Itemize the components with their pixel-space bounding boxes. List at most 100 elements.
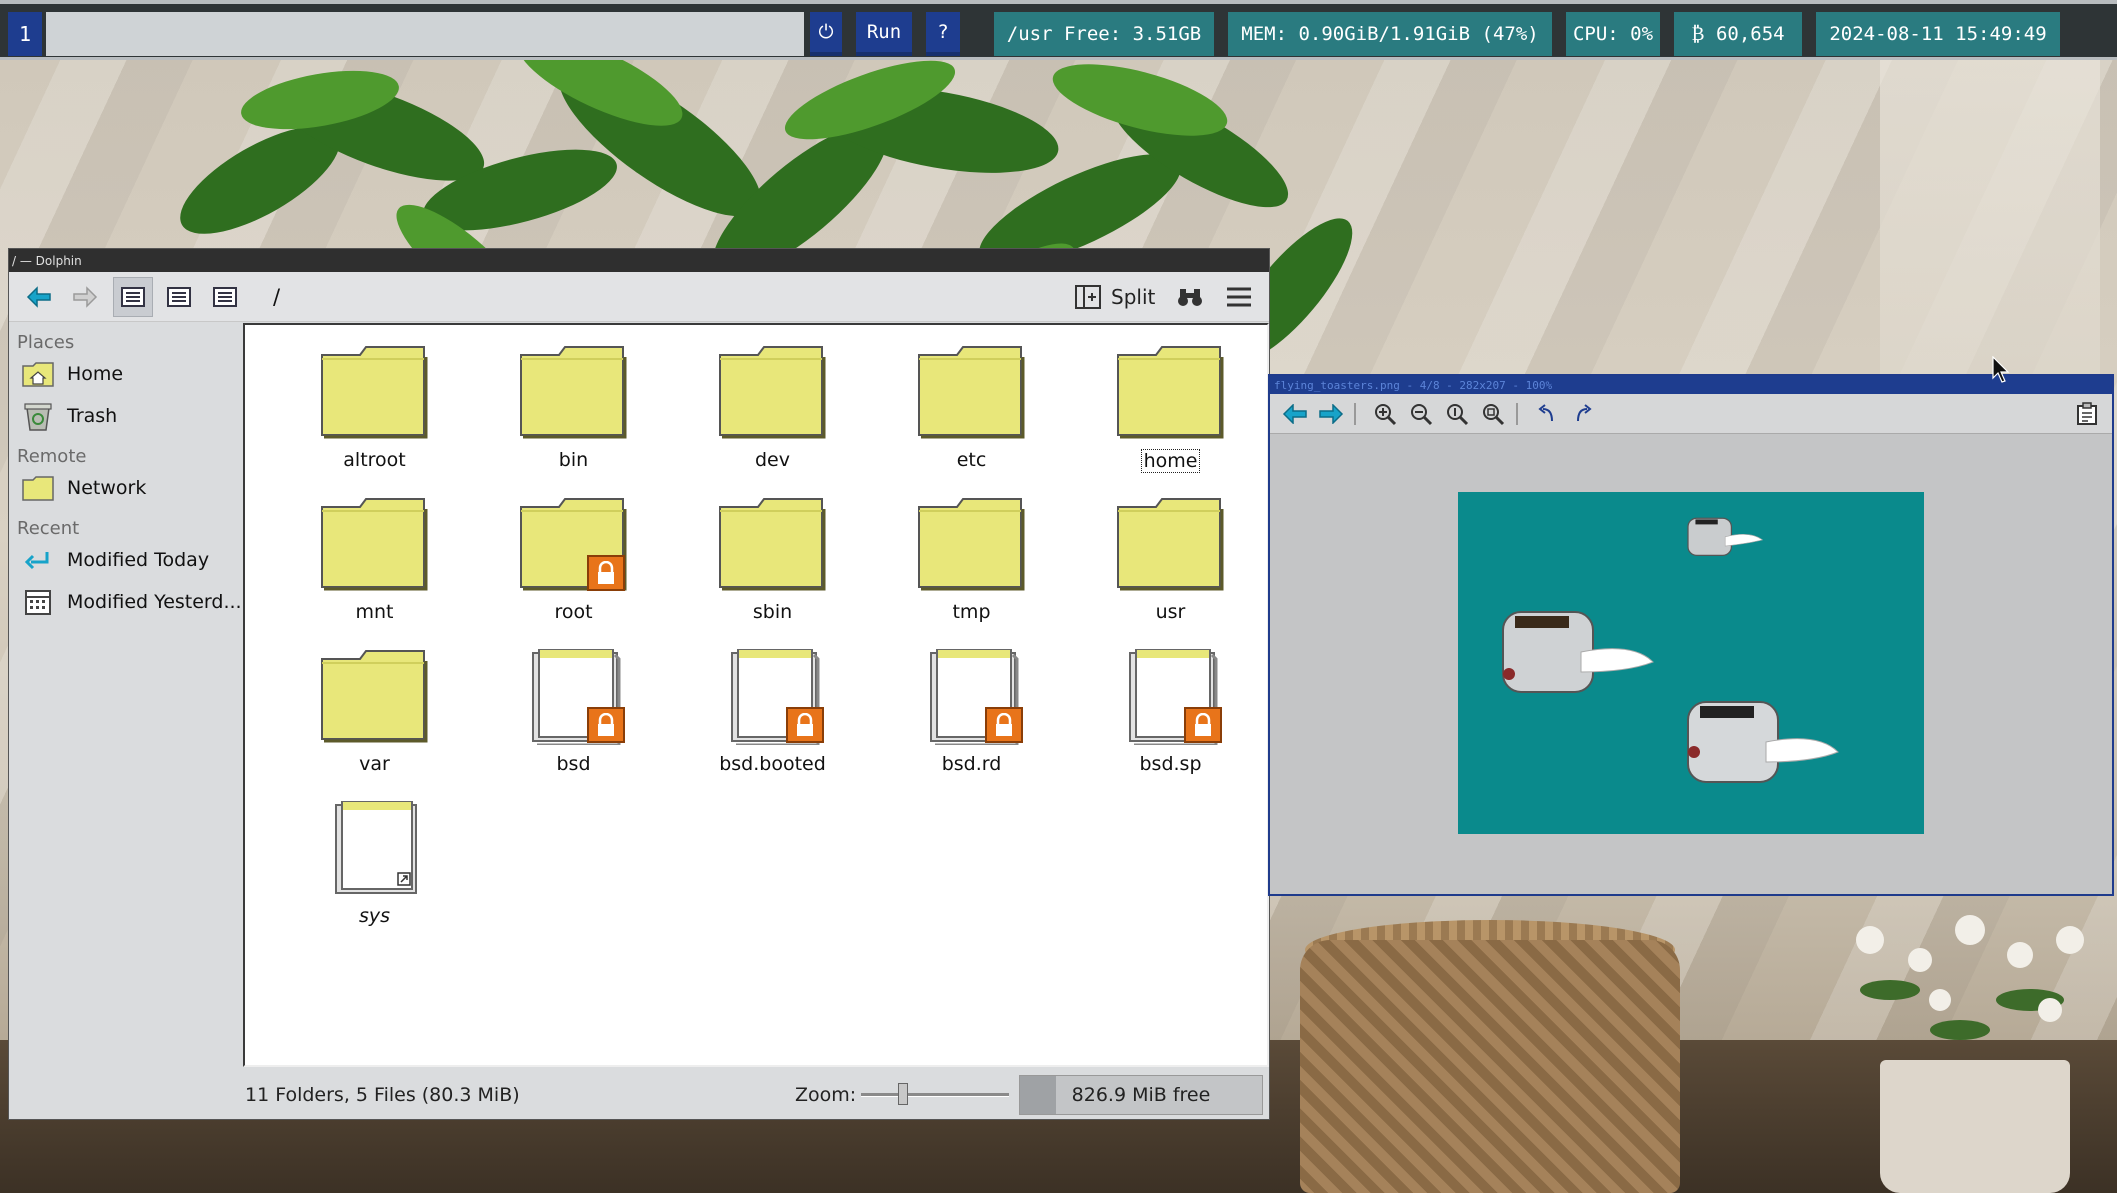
compact-view-button[interactable] [159, 277, 199, 317]
file-item-usr[interactable]: usr [1071, 497, 1270, 649]
power-button[interactable]: ⏻ [810, 12, 842, 56]
viewer-properties-button[interactable] [2072, 399, 2102, 429]
file-item-label: bsd [556, 753, 591, 775]
rotate-right-button[interactable] [1568, 399, 1598, 429]
arrow-right-icon [1319, 403, 1344, 424]
wallpaper-basket [1300, 940, 1680, 1193]
folder-summary: 11 Folders, 5 Files (80.3 MiB) [245, 1084, 520, 1106]
arrow-right-icon [73, 285, 98, 308]
sidebar-item-label: Trash [67, 405, 118, 427]
hamburger-menu-button[interactable] [1222, 282, 1256, 312]
file-item-label: altroot [343, 449, 406, 471]
zoom-fit-icon [1483, 403, 1505, 425]
sidebar-item-label: Modified Yesterd... [67, 591, 242, 613]
file-item-label: tmp [952, 601, 991, 623]
file-link-icon [334, 800, 417, 894]
file-item-etc[interactable]: etc [872, 345, 1071, 497]
file-item-label: bsd.sp [1139, 753, 1202, 775]
search-button[interactable] [1173, 282, 1207, 312]
free-space-label: 826.9 MiB free [1071, 1084, 1211, 1106]
calendar-icon [25, 590, 51, 615]
dolphin-toolbar: / Split [9, 272, 1269, 322]
folder-home-icon [22, 362, 54, 387]
file-item-bsd-sp[interactable]: bsd.sp [1071, 648, 1270, 801]
run-button[interactable]: Run [856, 12, 912, 56]
split-button[interactable]: Split [1075, 280, 1155, 314]
clock: 2024-08-11 15:49:49 [1816, 12, 2060, 56]
zoom-fit-button[interactable] [1478, 399, 1508, 429]
places-header: Places [17, 332, 75, 353]
back-button[interactable] [19, 277, 59, 317]
zoom-slider-handle[interactable] [898, 1083, 909, 1105]
sidebar-item-trash[interactable]: Trash [9, 395, 243, 437]
file-item-label: etc [956, 449, 987, 471]
file-item-dev[interactable]: dev [673, 345, 872, 497]
image-canvas[interactable] [1458, 492, 1924, 834]
file-item-label: bsd.rd [941, 753, 1002, 775]
help-button[interactable]: ? [926, 12, 960, 56]
folder-network-icon [22, 476, 54, 501]
wallpaper-vase [1880, 1060, 2070, 1193]
file-item-label: mnt [355, 601, 394, 623]
mouse-cursor-icon [1992, 356, 2010, 383]
folder-icon [320, 346, 427, 439]
zoom-original-icon [1447, 403, 1469, 425]
recent-today-icon [24, 552, 49, 570]
view-details-icon [213, 286, 237, 307]
zoom-in-button[interactable] [1370, 399, 1400, 429]
zoom-original-button[interactable] [1442, 399, 1472, 429]
dolphin-window: / — Dolphin / Split Places Home Trash Re… [8, 248, 1270, 1120]
sidebar-item-network[interactable]: Network [9, 467, 243, 509]
lock-icon [586, 707, 625, 743]
file-item-label: sbin [752, 601, 793, 623]
lock-icon [984, 707, 1023, 743]
viewer-next-button[interactable] [1316, 399, 1346, 429]
viewer-prev-button[interactable] [1280, 399, 1310, 429]
clipboard-icon [2077, 401, 2097, 425]
dolphin-titlebar[interactable]: / — Dolphin [9, 249, 1269, 272]
file-item-sbin[interactable]: sbin [673, 497, 872, 649]
file-view[interactable]: altroot bin dev etc home mnt root sbin tmp usr var… [243, 323, 1269, 1067]
details-view-button[interactable] [205, 277, 245, 317]
file-item-var[interactable]: var [275, 649, 474, 801]
folder-icon [917, 346, 1024, 439]
folder-icon [519, 346, 626, 439]
file-item-altroot[interactable]: altroot [275, 345, 474, 497]
file-item-bsd-booted[interactable]: bsd.booted [673, 648, 872, 801]
folder-icon [917, 498, 1024, 591]
taskbar[interactable] [46, 12, 804, 56]
sidebar-item-home[interactable]: Home [9, 353, 243, 395]
split-view-icon [1075, 285, 1101, 309]
zoom-out-button[interactable] [1406, 399, 1436, 429]
sidebar-item-modified-yesterday[interactable]: Modified Yesterd... [9, 581, 243, 623]
top-panel: 1 ⏻ Run ? /usr Free: 3.51GB MEM: 0.90GiB… [0, 0, 2117, 60]
zoom-label: Zoom: [795, 1084, 857, 1106]
folder-icon [718, 346, 825, 439]
viewer-titlebar[interactable]: flying_toasters.png - 4/8 - 282x207 - 10… [1270, 376, 2112, 394]
file-item-sys[interactable]: sys [275, 800, 474, 953]
file-item-mnt[interactable]: mnt [275, 497, 474, 649]
file-item-bsd-rd[interactable]: bsd.rd [872, 648, 1071, 801]
folder-icon [1116, 346, 1223, 439]
file-item-bin[interactable]: bin [474, 345, 673, 497]
zoom-slider[interactable] [861, 1083, 1009, 1105]
file-item-label: home [1140, 449, 1201, 473]
file-item-root[interactable]: root [474, 497, 673, 649]
file-item-label: var [359, 753, 390, 775]
file-item-home[interactable]: home [1071, 345, 1270, 497]
remote-header: Remote [17, 446, 87, 467]
rotate-right-icon [1577, 403, 1592, 421]
free-space-indicator[interactable]: 826.9 MiB free [1019, 1075, 1263, 1115]
workspace-indicator[interactable]: 1 [8, 12, 42, 56]
location-path[interactable]: / [273, 285, 280, 309]
rotate-left-button[interactable] [1532, 399, 1562, 429]
icons-view-button[interactable] [113, 276, 153, 317]
toolbar-separator [1516, 402, 1518, 425]
cpu-status: CPU: 0% [1566, 12, 1660, 56]
sidebar-item-modified-today[interactable]: Modified Today [9, 539, 243, 581]
folder-icon [718, 498, 825, 591]
free-space-bar [1020, 1076, 1057, 1114]
file-item-tmp[interactable]: tmp [872, 497, 1071, 649]
file-item-bsd[interactable]: bsd [474, 648, 673, 801]
forward-button[interactable] [65, 277, 105, 317]
